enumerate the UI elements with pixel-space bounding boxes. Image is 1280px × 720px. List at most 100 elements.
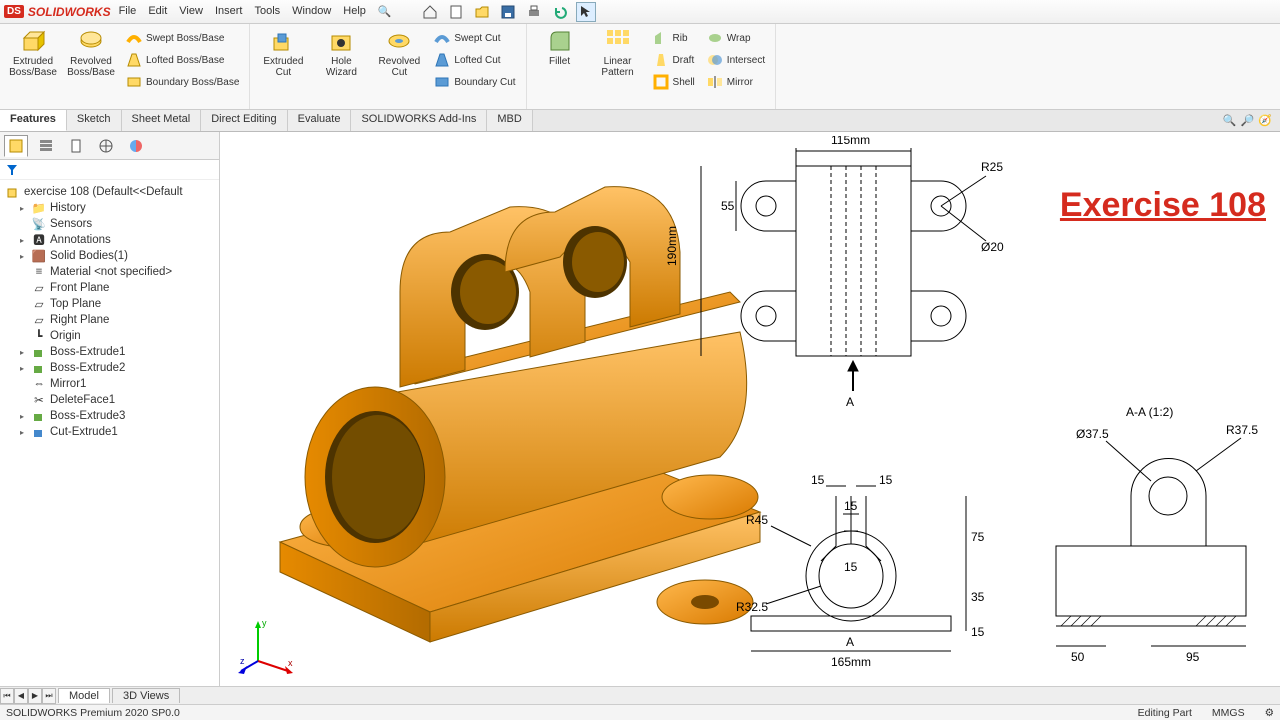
hole-wizard-button[interactable]: Hole Wizard	[314, 28, 368, 78]
menu-window[interactable]: Window	[292, 5, 331, 18]
menu-file[interactable]: File	[119, 5, 137, 18]
svg-text:35: 35	[971, 590, 985, 604]
tree-root[interactable]: exercise 108 (Default<<Default	[2, 184, 217, 200]
tab-addins[interactable]: SOLIDWORKS Add-Ins	[351, 110, 487, 131]
rib-button[interactable]: Rib	[649, 28, 699, 48]
extruded-cut-button[interactable]: Extruded Cut	[256, 28, 310, 78]
logo-text: SOLIDWORKS	[28, 5, 111, 19]
cut-extrude-icon	[32, 425, 46, 439]
wrap-button[interactable]: Wrap	[703, 28, 769, 48]
tab-mbd[interactable]: MBD	[487, 110, 532, 131]
undo-icon[interactable]	[550, 2, 570, 22]
swept-cut-button[interactable]: Swept Cut	[430, 28, 519, 48]
menu-insert[interactable]: Insert	[215, 5, 243, 18]
tree-node-material[interactable]: ≡Material <not specified>	[2, 264, 217, 280]
fillet-button[interactable]: Fillet	[533, 28, 587, 67]
part-icon	[6, 185, 20, 199]
extruded-cut-icon	[270, 28, 296, 54]
linear-pattern-button[interactable]: Linear Pattern	[591, 28, 645, 78]
tab-direct-editing[interactable]: Direct Editing	[201, 110, 287, 131]
mirror-button[interactable]: Mirror	[703, 72, 769, 92]
svg-text:115mm: 115mm	[831, 136, 870, 147]
tree-node-solid-bodies[interactable]: ▸🟫Solid Bodies(1)	[2, 248, 217, 264]
extruded-boss-button[interactable]: Extruded Boss/Base	[6, 28, 60, 78]
menu-bar: File Edit View Insert Tools Window Help …	[119, 5, 392, 18]
svg-text:15: 15	[879, 473, 893, 487]
intersect-icon	[707, 52, 723, 68]
zoom-area-icon[interactable]: 🔎	[1241, 114, 1255, 127]
tab-sketch[interactable]: Sketch	[67, 110, 122, 131]
tree-node-history[interactable]: ▸📁History	[2, 200, 217, 216]
svg-text:95: 95	[1186, 650, 1200, 664]
view-orientation-icon[interactable]: 🧭	[1258, 114, 1272, 127]
open-icon[interactable]	[472, 2, 492, 22]
menu-tools[interactable]: Tools	[254, 5, 280, 18]
zoom-fit-icon[interactable]: 🔍	[1223, 114, 1237, 127]
tree-node-sensors[interactable]: 📡Sensors	[2, 216, 217, 232]
tab-nav-last[interactable]: ⏭	[42, 688, 56, 704]
tree-tab-configuration[interactable]	[64, 135, 88, 157]
boundary-boss-button[interactable]: Boundary Boss/Base	[122, 72, 243, 92]
print-icon[interactable]	[524, 2, 544, 22]
tree-tab-feature-manager[interactable]	[4, 135, 28, 157]
status-custom-icon[interactable]: ⚙	[1265, 707, 1274, 719]
tree-node-top-plane[interactable]: ▱Top Plane	[2, 296, 217, 312]
deleteface-icon: ✂	[32, 393, 46, 407]
new-icon[interactable]	[446, 2, 466, 22]
revolved-cut-icon	[386, 28, 412, 54]
quick-access-toolbar	[420, 2, 596, 22]
lofted-boss-button[interactable]: Lofted Boss/Base	[122, 50, 243, 70]
sensors-icon: 📡	[32, 217, 46, 231]
save-icon[interactable]	[498, 2, 518, 22]
intersect-button[interactable]: Intersect	[703, 50, 769, 70]
bottom-tab-3dviews[interactable]: 3D Views	[112, 688, 180, 703]
bottom-tab-model[interactable]: Model	[58, 688, 110, 703]
revolved-boss-button[interactable]: Revolved Boss/Base	[64, 28, 118, 78]
tree-node-mirror1[interactable]: ⇔Mirror1	[2, 376, 217, 392]
lofted-cut-button[interactable]: Lofted Cut	[430, 50, 519, 70]
tree-node-deleteface1[interactable]: ✂DeleteFace1	[2, 392, 217, 408]
select-icon[interactable]	[576, 2, 596, 22]
tree-node-annotations[interactable]: ▸🅰Annotations	[2, 232, 217, 248]
search-icon[interactable]: 🔍	[378, 5, 392, 18]
graphics-viewport[interactable]: y x z Exercise 108	[220, 132, 1280, 686]
linear-pattern-icon	[605, 28, 631, 54]
tree-node-boss-extrude3[interactable]: ▸Boss-Extrude3	[2, 408, 217, 424]
tree-tab-display[interactable]	[124, 135, 148, 157]
home-icon[interactable]	[420, 2, 440, 22]
draft-button[interactable]: Draft	[649, 50, 699, 70]
boundary-cut-button[interactable]: Boundary Cut	[430, 72, 519, 92]
tree-body: exercise 108 (Default<<Default ▸📁History…	[0, 180, 219, 444]
menu-edit[interactable]: Edit	[148, 5, 167, 18]
tab-nav-next[interactable]: ▶	[28, 688, 42, 704]
history-icon: 📁	[32, 201, 46, 215]
wrap-icon	[707, 30, 723, 46]
tab-evaluate[interactable]: Evaluate	[288, 110, 352, 131]
boundary-cut-icon	[434, 74, 450, 90]
tab-nav-first[interactable]: ⏮	[0, 688, 14, 704]
feature-tree-panel: exercise 108 (Default<<Default ▸📁History…	[0, 132, 220, 686]
tree-node-boss-extrude1[interactable]: ▸Boss-Extrude1	[2, 344, 217, 360]
shell-button[interactable]: Shell	[649, 72, 699, 92]
tab-features[interactable]: Features	[0, 110, 67, 131]
tree-node-cut-extrude1[interactable]: ▸Cut-Extrude1	[2, 424, 217, 440]
tree-tab-dimxpert[interactable]	[94, 135, 118, 157]
tree-node-front-plane[interactable]: ▱Front Plane	[2, 280, 217, 296]
tab-sheet-metal[interactable]: Sheet Metal	[122, 110, 202, 131]
menu-help[interactable]: Help	[343, 5, 366, 18]
swept-cut-icon	[434, 30, 450, 46]
revolved-cut-button[interactable]: Revolved Cut	[372, 28, 426, 78]
status-units[interactable]: MMGS	[1212, 707, 1245, 719]
tree-tab-property-manager[interactable]	[34, 135, 58, 157]
tree-node-origin[interactable]: ┗Origin	[2, 328, 217, 344]
tab-nav-prev[interactable]: ◀	[14, 688, 28, 704]
swept-boss-button[interactable]: Swept Boss/Base	[122, 28, 243, 48]
svg-text:15: 15	[811, 473, 825, 487]
menu-view[interactable]: View	[179, 5, 203, 18]
boundary-boss-icon	[126, 74, 142, 90]
draft-icon	[653, 52, 669, 68]
tree-filter[interactable]	[0, 160, 219, 180]
tree-node-boss-extrude2[interactable]: ▸Boss-Extrude2	[2, 360, 217, 376]
svg-text:y: y	[262, 618, 267, 628]
tree-node-right-plane[interactable]: ▱Right Plane	[2, 312, 217, 328]
